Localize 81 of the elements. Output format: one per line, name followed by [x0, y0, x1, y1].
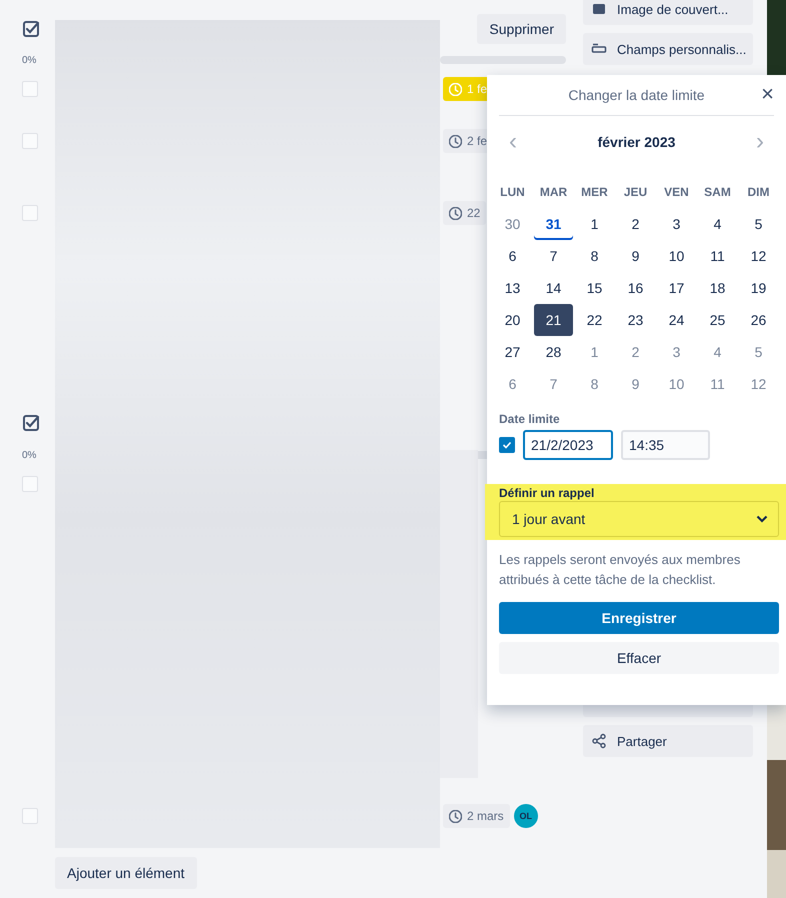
sidebar-button[interactable]: Image de couvert... [583, 0, 753, 25]
calendar-day[interactable]: 16 [616, 272, 655, 304]
calendar-day[interactable]: 12 [739, 368, 778, 400]
calendar-day[interactable]: 25 [698, 304, 737, 336]
calendar-day[interactable]: 8 [575, 368, 614, 400]
save-button[interactable]: Enregistrer [499, 602, 779, 634]
add-item-button[interactable]: Ajouter un élément [55, 857, 197, 889]
calendar-day[interactable]: 20 [493, 304, 532, 336]
calendar-day[interactable]: 9 [616, 240, 655, 272]
weekday-label: MAR [538, 184, 568, 201]
calendar-day[interactable]: 6 [493, 368, 532, 400]
calendar-day[interactable]: 14 [534, 272, 573, 304]
weekday-label: MER [580, 184, 609, 201]
field-label: Date limite [499, 412, 561, 426]
clock-icon [449, 810, 462, 822]
progress-percent: 0% [22, 54, 38, 66]
clear-button[interactable]: Effacer [499, 642, 779, 674]
progress-percent: 0% [22, 450, 38, 460]
calendar-day[interactable]: 2 [616, 208, 655, 240]
calendar-day[interactable]: 31 [534, 208, 573, 240]
calendar-day[interactable]: 17 [657, 272, 696, 304]
share-icon [591, 733, 607, 749]
calendar-day[interactable]: 30 [493, 208, 532, 240]
clock-icon [449, 206, 462, 220]
weekday-label: DIM [746, 184, 770, 201]
calendar-day[interactable]: 4 [698, 336, 737, 368]
calendar-day[interactable]: 1 [575, 208, 614, 240]
calendar-day[interactable]: 13 [493, 272, 532, 304]
calendar-day[interactable]: 2 [616, 336, 655, 368]
checkbox[interactable] [499, 437, 515, 453]
reminder-note: Les rappels seront envoyés aux membres attribués à cette tâche de la checklist. [499, 551, 742, 589]
calendar-day[interactable]: 28 [534, 336, 573, 368]
weekday-label: LUN [499, 184, 526, 201]
calendar-day[interactable]: 22 [575, 304, 614, 336]
calendar-day[interactable]: 5 [739, 336, 778, 368]
calendar-day[interactable]: 21 [534, 304, 573, 336]
calendar-day[interactable]: 23 [616, 304, 655, 336]
calendar-day[interactable]: 26 [739, 304, 778, 336]
weekday-label: SAM [703, 184, 732, 201]
member-avatar[interactable]: OL [514, 804, 538, 828]
calendar-day[interactable]: 11 [698, 368, 737, 400]
clock-icon [449, 134, 462, 148]
calendar-day[interactable]: 10 [657, 368, 696, 400]
calendar-day[interactable]: 24 [657, 304, 696, 336]
close-button[interactable]: × [757, 81, 778, 107]
calendar-day[interactable]: 3 [657, 336, 696, 368]
calendar-day[interactable]: 18 [698, 272, 737, 304]
weekday-label: JEU [622, 184, 648, 201]
checklist-icon [22, 20, 40, 38]
calendar-day[interactable]: 19 [739, 272, 778, 304]
calendar-day[interactable]: 6 [493, 240, 532, 272]
calendar-day[interactable]: 27 [493, 336, 532, 368]
calendar-day[interactable]: 7 [534, 240, 573, 272]
checklist-icon [22, 414, 40, 432]
calendar-day[interactable]: 11 [698, 240, 737, 272]
calendar-day[interactable]: 10 [657, 240, 696, 272]
due-date-badge[interactable]: 22 [443, 201, 486, 225]
sidebar-button[interactable]: Partager [583, 725, 753, 757]
calendar-day[interactable]: 8 [575, 240, 614, 272]
calendar-day[interactable]: 9 [616, 368, 655, 400]
calendar-day[interactable]: 12 [739, 240, 778, 272]
chevron-down-icon [756, 515, 768, 523]
calendar-day[interactable]: 7 [534, 368, 573, 400]
due-date-badge[interactable]: 2 mars [443, 804, 510, 828]
clock-icon [449, 82, 462, 96]
month-title: février 2023 [598, 134, 676, 150]
calendar-day[interactable]: 15 [575, 272, 614, 304]
calendar-day[interactable]: 4 [698, 208, 737, 240]
sidebar-button[interactable]: Champs personnalis... [583, 33, 753, 65]
calendar-day[interactable]: 1 [575, 336, 614, 368]
date-input[interactable]: 21/2/2023 [523, 430, 613, 460]
field-label: Définir un rappel [499, 486, 596, 500]
reminder-dropdown[interactable]: 1 jour avant [499, 501, 779, 537]
popover-title: Changer la date limite [568, 87, 705, 103]
delete-button[interactable]: Supprimer [477, 14, 566, 44]
calendar-day[interactable]: 5 [739, 208, 778, 240]
time-input[interactable]: 14:35 [621, 430, 710, 460]
checkmark-icon [502, 440, 512, 450]
weekday-label: VEN [663, 184, 690, 201]
calendar-day[interactable]: 3 [657, 208, 696, 240]
card-icon [591, 1, 607, 17]
